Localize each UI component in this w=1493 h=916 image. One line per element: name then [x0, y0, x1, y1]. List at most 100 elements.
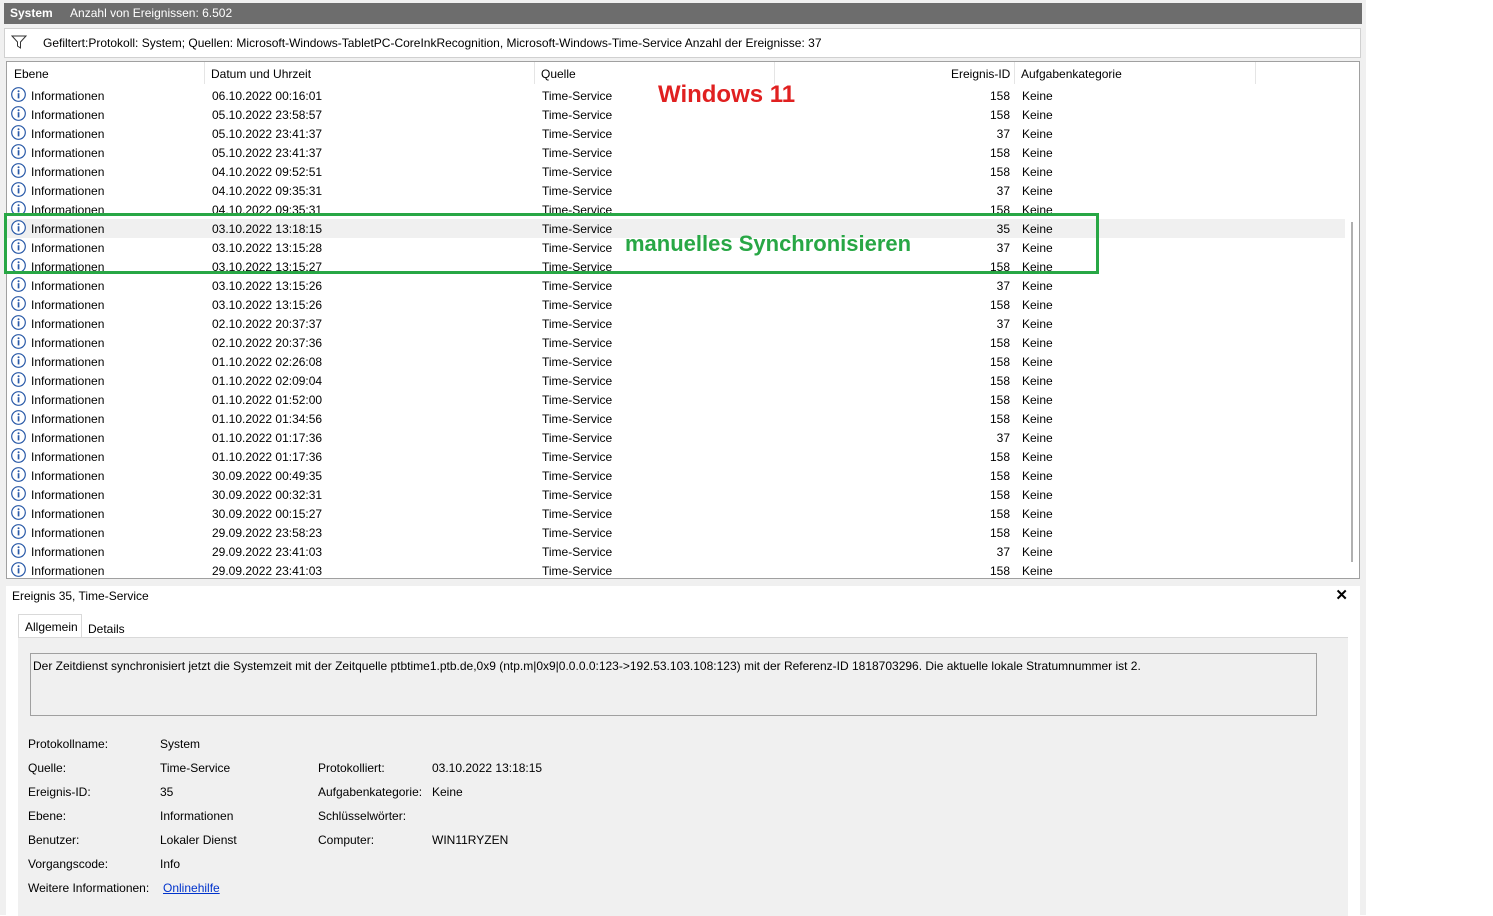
- cell-source: Time-Service: [542, 412, 613, 426]
- cell-task-category: Keine: [1022, 89, 1053, 103]
- cell-event-id: 37: [996, 184, 1010, 198]
- cell-event-id: 158: [989, 336, 1010, 350]
- event-description[interactable]: Der Zeitdienst synchronisiert jetzt die …: [30, 653, 1317, 716]
- cell-date: 03.10.2022 13:15:26: [212, 279, 323, 293]
- cell-source: Time-Service: [542, 317, 613, 331]
- table-row[interactable]: Informationen 04.10.2022 09:52:51 Time-Ser…: [7, 162, 1347, 181]
- cell-date: 01.10.2022 01:17:36: [212, 450, 323, 464]
- cell-source: Time-Service: [542, 469, 613, 483]
- cell-source: Time-Service: [542, 374, 613, 388]
- info-icon: [11, 125, 26, 140]
- cell-task-category: Keine: [1022, 355, 1053, 369]
- log-name-label: Protokollname:: [28, 737, 109, 751]
- column-source[interactable]: Quelle: [541, 67, 576, 81]
- detail-title: Ereignis 35, Time-Service: [12, 589, 149, 603]
- cell-level: Informationen: [31, 127, 105, 141]
- cell-source: Time-Service: [542, 279, 613, 293]
- cell-event-id: 158: [989, 355, 1010, 369]
- cell-level: Informationen: [31, 298, 105, 312]
- cell-date: 05.10.2022 23:41:37: [212, 146, 323, 160]
- computer-label: Computer:: [318, 833, 375, 847]
- table-row[interactable]: Informationen 30.09.2022 00:49:35 Time-Ser…: [7, 466, 1347, 485]
- cell-date: 30.09.2022 00:32:31: [212, 488, 323, 502]
- info-icon: [11, 296, 26, 311]
- info-icon: [11, 315, 26, 330]
- info-icon: [11, 562, 26, 577]
- cell-event-id: 158: [989, 507, 1010, 521]
- table-row[interactable]: Informationen 03.10.2022 13:15:26 Time-Ser…: [7, 276, 1347, 295]
- table-row[interactable]: Informationen 01.10.2022 01:34:56 Time-Ser…: [7, 409, 1347, 428]
- cell-event-id: 158: [989, 89, 1010, 103]
- online-help-link[interactable]: Onlinehilfe: [163, 881, 220, 895]
- info-icon: [11, 505, 26, 520]
- filter-icon: [11, 35, 27, 49]
- cell-source: Time-Service: [542, 184, 613, 198]
- info-icon: [11, 144, 26, 159]
- cell-event-id: 158: [989, 165, 1010, 179]
- cell-level: Informationen: [31, 336, 105, 350]
- cell-event-id: 158: [989, 488, 1010, 502]
- cell-source: Time-Service: [542, 146, 613, 160]
- cell-task-category: Keine: [1022, 431, 1053, 445]
- table-row[interactable]: Informationen 01.10.2022 02:26:08 Time-Ser…: [7, 352, 1347, 371]
- cell-task-category: Keine: [1022, 507, 1053, 521]
- info-icon: [11, 429, 26, 444]
- column-date[interactable]: Datum und Uhrzeit: [211, 67, 311, 81]
- more-info-label: Weitere Informationen:: [28, 881, 150, 895]
- opcode-label: Vorgangscode:: [28, 857, 109, 871]
- task-category-value: Keine: [432, 785, 463, 799]
- table-row[interactable]: Informationen 02.10.2022 20:37:37 Time-Ser…: [7, 314, 1347, 333]
- cell-task-category: Keine: [1022, 298, 1053, 312]
- cell-level: Informationen: [31, 146, 105, 160]
- table-row[interactable]: Informationen 01.10.2022 01:17:36 Time-Ser…: [7, 447, 1347, 466]
- close-icon[interactable]: ✕: [1335, 586, 1348, 604]
- table-row[interactable]: Informationen 01.10.2022 01:52:00 Time-Ser…: [7, 390, 1347, 409]
- cell-level: Informationen: [31, 108, 105, 122]
- cell-source: Time-Service: [542, 564, 613, 578]
- table-row[interactable]: Informationen 29.09.2022 23:41:03 Time-Ser…: [7, 561, 1347, 578]
- cell-task-category: Keine: [1022, 412, 1053, 426]
- table-row[interactable]: Informationen 01.10.2022 01:17:36 Time-Ser…: [7, 428, 1347, 447]
- vertical-scrollbar[interactable]: [1345, 62, 1359, 578]
- table-row[interactable]: Informationen 05.10.2022 23:41:37 Time-Ser…: [7, 143, 1347, 162]
- cell-date: 30.09.2022 00:15:27: [212, 507, 323, 521]
- table-row[interactable]: Informationen 03.10.2022 13:15:26 Time-Ser…: [7, 295, 1347, 314]
- cell-source: Time-Service: [542, 450, 613, 464]
- info-icon: [11, 467, 26, 482]
- table-row[interactable]: Informationen 29.09.2022 23:41:03 Time-Ser…: [7, 542, 1347, 561]
- general-tab-panel: Der Zeitdienst synchronisiert jetzt die …: [18, 637, 1348, 916]
- column-task-category[interactable]: Aufgabenkategorie: [1021, 67, 1122, 81]
- cell-date: 30.09.2022 00:49:35: [212, 469, 323, 483]
- tab-general[interactable]: Allgemein: [18, 614, 82, 638]
- cell-date: 01.10.2022 01:52:00: [212, 393, 323, 407]
- cell-source: Time-Service: [542, 298, 613, 312]
- scrollbar-thumb[interactable]: [1351, 222, 1353, 562]
- cell-date: 02.10.2022 20:37:37: [212, 317, 323, 331]
- annotation-windows-11: Windows 11: [658, 81, 796, 108]
- cell-event-id: 158: [989, 393, 1010, 407]
- table-row[interactable]: Informationen 01.10.2022 02:09:04 Time-Ser…: [7, 371, 1347, 390]
- cell-event-id: 37: [996, 431, 1010, 445]
- column-event-id[interactable]: Ereignis-ID: [951, 67, 1010, 81]
- table-row[interactable]: Informationen 05.10.2022 23:41:37 Time-Ser…: [7, 124, 1347, 143]
- event-rows: Informationen 06.10.2022 00:16:01 Time-Ser…: [7, 86, 1347, 578]
- cell-level: Informationen: [31, 545, 105, 559]
- cell-source: Time-Service: [542, 393, 613, 407]
- opcode-value: Info: [160, 857, 181, 871]
- table-row[interactable]: Informationen 02.10.2022 20:37:36 Time-Ser…: [7, 333, 1347, 352]
- cell-task-category: Keine: [1022, 108, 1053, 122]
- info-icon: [11, 410, 26, 425]
- cell-task-category: Keine: [1022, 336, 1053, 350]
- column-level[interactable]: Ebene: [14, 67, 49, 81]
- cell-source: Time-Service: [542, 355, 613, 369]
- table-row[interactable]: Informationen 29.09.2022 23:58:23 Time-Ser…: [7, 523, 1347, 542]
- table-row[interactable]: Informationen 30.09.2022 00:32:31 Time-Ser…: [7, 485, 1347, 504]
- cell-event-id: 158: [989, 469, 1010, 483]
- info-icon: [11, 372, 26, 387]
- cell-task-category: Keine: [1022, 127, 1053, 141]
- table-row[interactable]: Informationen 30.09.2022 00:15:27 Time-Ser…: [7, 504, 1347, 523]
- log-header: System Anzahl von Ereignissen: 6.502: [4, 3, 1362, 24]
- cell-task-category: Keine: [1022, 564, 1053, 578]
- user-value: Lokaler Dienst: [160, 833, 237, 847]
- table-row[interactable]: Informationen 04.10.2022 09:35:31 Time-Ser…: [7, 181, 1347, 200]
